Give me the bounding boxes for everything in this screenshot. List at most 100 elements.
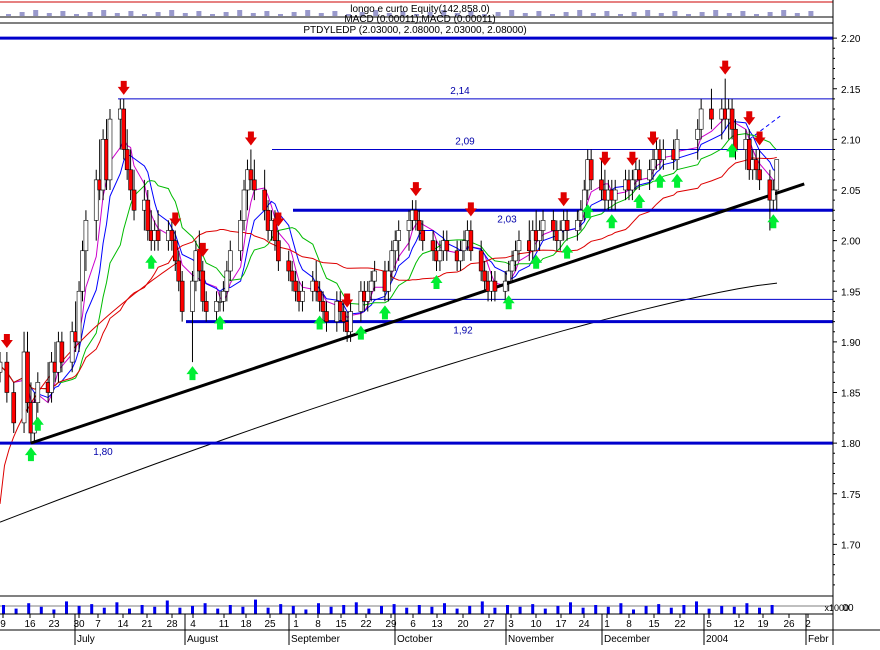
candle-body <box>80 250 85 292</box>
candle-body <box>324 311 329 322</box>
ptdyledp-label: PTDYLEDP (2.03000, 2.08000, 2.03000, 2.0… <box>303 25 526 36</box>
price-tick-label: 2.15 <box>841 85 861 96</box>
volume-bar <box>531 604 535 614</box>
header-strip-bar <box>550 14 555 16</box>
candle-body <box>468 230 474 252</box>
candle-body <box>430 240 436 252</box>
volume-unit-label: x1000 <box>824 603 849 613</box>
volume-bar <box>329 606 333 614</box>
candle-body <box>461 240 467 252</box>
header-strip-bar <box>522 13 528 16</box>
candle-body <box>771 189 776 201</box>
candle-body <box>636 169 642 181</box>
level-label-6: 1,80 <box>93 447 113 458</box>
candle-body <box>313 280 319 292</box>
date-tick-label: 7 <box>95 619 101 630</box>
volume-bar <box>77 605 81 614</box>
macd-label: MACD (0.00011),MACD (0.00011) <box>344 14 495 25</box>
candle-body <box>203 301 209 312</box>
candle-body <box>289 270 295 282</box>
volume-bar <box>455 608 459 614</box>
date-tick-label: 28 <box>166 619 178 630</box>
header-strip-bar <box>223 12 229 16</box>
candle-body <box>317 290 322 302</box>
date-tick-label: 3 <box>508 619 514 630</box>
header-strip-bar <box>645 10 651 16</box>
date-tick-label: 14 <box>117 619 129 630</box>
volume-bar <box>52 609 56 614</box>
date-tick-label: 8 <box>626 619 632 630</box>
header-strip-bar <box>182 13 188 16</box>
candle-body <box>337 301 343 312</box>
candle-body <box>131 189 137 211</box>
date-tick-label: 19 <box>757 619 769 630</box>
candle-body <box>368 280 374 292</box>
volume-bar <box>191 605 194 614</box>
volume-bar <box>745 603 749 614</box>
volume-bar <box>367 608 371 614</box>
header-strip-bar <box>318 13 324 16</box>
candle-body <box>214 301 219 312</box>
date-tick-label: 15 <box>648 619 660 630</box>
candle-body <box>11 392 17 424</box>
volume-bar <box>14 608 18 614</box>
candle-body <box>341 311 346 322</box>
price-tick-label: 1.70 <box>841 540 861 551</box>
header-strip-bar <box>74 14 79 16</box>
date-tick-label: 13 <box>431 619 443 630</box>
date-tick-label: 22 <box>360 619 372 630</box>
header-strip-bar <box>767 12 773 16</box>
candle-body <box>413 209 419 221</box>
candle-body <box>293 280 298 292</box>
candle-body <box>386 270 391 292</box>
header-strip-bar <box>536 11 542 16</box>
candle-body <box>564 220 570 231</box>
candle-body <box>661 149 666 160</box>
month-label: July <box>77 634 95 645</box>
candle-body <box>238 220 243 252</box>
volume-bar <box>291 605 295 614</box>
date-tick-label: 6 <box>410 619 416 630</box>
candle-body <box>698 108 704 130</box>
candle-body <box>35 382 41 403</box>
header-strip-bar <box>740 11 746 16</box>
date-tick-label: 15 <box>335 619 347 630</box>
candle-body <box>262 189 267 211</box>
candle-body <box>300 290 305 302</box>
volume-bar <box>770 605 774 614</box>
candle-body <box>575 220 580 231</box>
candle-body <box>320 301 326 312</box>
month-label: September <box>291 634 341 645</box>
candle-body <box>121 108 127 150</box>
date-tick-label: 24 <box>578 619 590 630</box>
volume-bar <box>669 607 673 614</box>
price-tick-label: 1.75 <box>841 490 861 501</box>
candle-body <box>458 250 463 262</box>
volume-bar <box>430 606 434 614</box>
volume-bar <box>254 599 257 614</box>
header-strip-bar <box>264 11 270 16</box>
candle-body <box>190 280 195 312</box>
volume-bar <box>606 606 610 614</box>
header-strip-bar <box>495 12 501 16</box>
candle-body <box>537 230 542 241</box>
header-strip-bar <box>332 11 338 16</box>
candle-body <box>557 230 563 241</box>
volume-bar <box>65 601 68 614</box>
candle-body <box>506 270 511 282</box>
volume-bar <box>266 607 270 614</box>
volume-bar <box>405 607 409 614</box>
date-tick-label: 18 <box>240 619 252 630</box>
candle-body <box>513 250 518 262</box>
candle-body <box>372 270 377 282</box>
header-strip-bar <box>87 12 93 16</box>
volume-bar <box>90 604 94 614</box>
volume-bar <box>707 608 711 614</box>
header-strip-bar <box>60 11 66 16</box>
candle-body <box>276 240 281 262</box>
header-strip-bar <box>577 10 583 16</box>
volume-bar <box>203 603 207 614</box>
candle-body <box>124 149 130 171</box>
volume-bar <box>392 604 396 614</box>
header-strip-bar <box>658 13 664 16</box>
